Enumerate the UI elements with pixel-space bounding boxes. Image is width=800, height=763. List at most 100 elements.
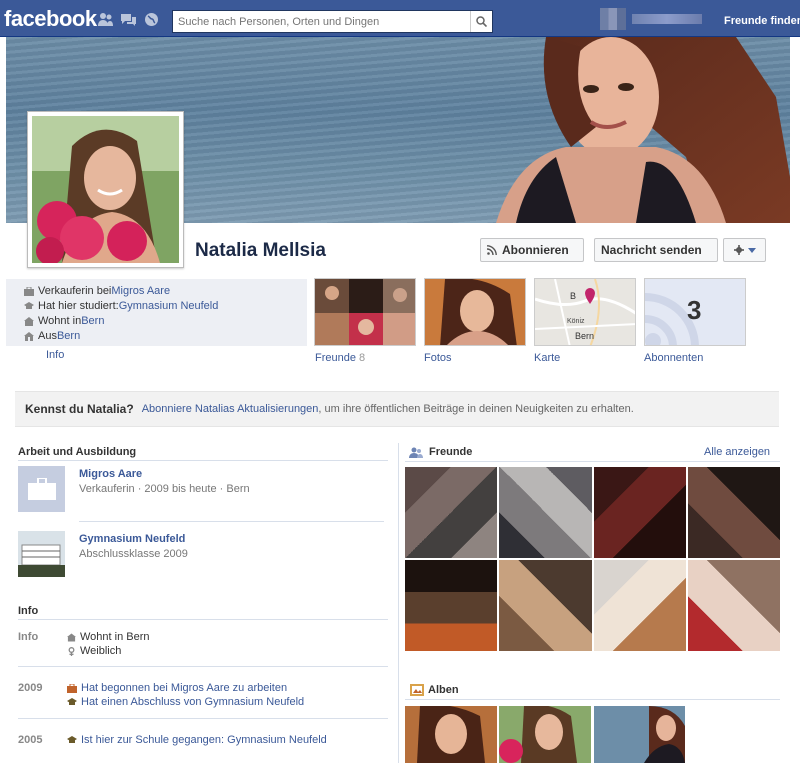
briefcase-icon: [24, 286, 34, 296]
album-thumbnail[interactable]: [499, 706, 591, 763]
school-building-image: [18, 531, 65, 577]
event-school-link[interactable]: Ist hier zur Schule gegangen: Gymnasium …: [81, 734, 327, 746]
event-started-work[interactable]: Hat begonnen bei Migros Aare zu arbeiten: [67, 682, 287, 694]
send-message-label: Nachricht senden: [601, 243, 702, 257]
profile-photo-image: [32, 116, 179, 263]
divider: [18, 666, 388, 667]
home-icon: [24, 316, 34, 326]
friend-thumbnail[interactable]: [405, 467, 498, 558]
album-thumbnail[interactable]: [594, 706, 685, 763]
friends-section-title: Freunde: [429, 446, 473, 458]
column-divider: [398, 443, 399, 763]
info-work-prefix: Verkauferin bei: [38, 285, 112, 297]
year-2009-label: 2009: [18, 682, 43, 694]
friends-count: 8: [359, 352, 366, 364]
info-lives-in-text: Wohnt in Bern: [80, 631, 150, 643]
info-lives-prefix: Wohnt in: [38, 315, 82, 327]
album-photo-3: [594, 706, 685, 763]
event-started-work-link[interactable]: Hat begonnen bei Migros Aare zu arbeiten: [81, 682, 287, 694]
map-tile[interactable]: B Köniz Bern: [534, 278, 636, 346]
photos-tile-image: [425, 279, 525, 345]
info-row-label: Info: [18, 631, 39, 643]
photos-tile[interactable]: [424, 278, 526, 346]
event-school[interactable]: Ist hier zur Schule gegangen: Gymnasium …: [67, 734, 327, 746]
home-icon: [67, 632, 76, 642]
find-friends-link[interactable]: Freunde finden: [724, 15, 800, 27]
graduation-cap-icon: [24, 301, 34, 309]
female-icon: [68, 646, 75, 656]
work-item-migros-details: Verkauferin · 2009 bis heute · Bern: [79, 483, 250, 495]
work-item-gymnasium[interactable]: Gymnasium Neufeld: [79, 533, 185, 545]
hometown-icon: [24, 331, 34, 341]
info-lives-link[interactable]: Bern: [81, 315, 104, 327]
divider: [18, 619, 388, 620]
event-graduated[interactable]: Hat einen Abschluss von Gymnasium Neufel…: [67, 696, 304, 708]
work-item-migros[interactable]: Migros Aare: [79, 468, 142, 480]
search-button[interactable]: [470, 11, 492, 32]
graduation-cap-icon: [67, 735, 77, 743]
migros-aare-thumbnail[interactable]: [18, 466, 65, 512]
friends-tile-label[interactable]: Freunde 8: [315, 352, 365, 364]
subscribe-label: Abonnieren: [502, 243, 569, 257]
photos-tile-label[interactable]: Fotos: [424, 352, 452, 364]
profile-picture[interactable]: [27, 111, 184, 268]
friend-thumbnail[interactable]: [499, 467, 592, 558]
map-label-bern: Bern: [575, 331, 594, 341]
friend-thumbnail[interactable]: [687, 560, 780, 651]
notifications-globe-icon[interactable]: [143, 12, 160, 27]
friends-section-header: Freunde: [409, 446, 472, 458]
know-her-text: , um ihre öffentlichen Beiträge in deine…: [318, 403, 634, 415]
briefcase-icon: [67, 683, 77, 693]
friend-thumbnail[interactable]: [593, 467, 686, 558]
see-all-friends-link[interactable]: Alle anzeigen: [704, 446, 770, 458]
search-input[interactable]: [173, 11, 469, 32]
friend-requests-icon[interactable]: [97, 12, 114, 27]
info-lives-line: Wohnt in Bern: [24, 315, 104, 327]
profile-name: Natalia Mellsia: [195, 240, 326, 261]
map-label-koniz: Köniz: [567, 318, 585, 325]
info-from-link[interactable]: Bern: [57, 330, 80, 342]
info-study-line: Hat hier studiert: Gymnasium Neufeld: [24, 300, 218, 312]
subscribers-tile[interactable]: 3: [644, 278, 746, 346]
album-thumbnail[interactable]: [405, 706, 497, 763]
send-message-button[interactable]: Nachricht senden: [594, 238, 718, 262]
chevron-down-icon: [747, 247, 756, 253]
divider: [79, 521, 384, 522]
albums-section-title: Alben: [428, 684, 459, 696]
work-item-gymnasium-details: Abschlussklasse 2009: [79, 548, 188, 560]
avatar: [600, 8, 626, 30]
subscribers-tile-label[interactable]: Abonnenten: [644, 352, 703, 364]
user-profile-link[interactable]: [600, 8, 710, 30]
messages-icon[interactable]: [120, 12, 137, 27]
user-name-pixelated: [632, 14, 702, 24]
divider: [18, 460, 388, 461]
facebook-logo[interactable]: facebook: [4, 6, 97, 32]
know-her-title: Kennst du Natalia?: [25, 402, 134, 416]
map-image: B Köniz Bern: [535, 279, 635, 345]
graduation-cap-icon: [67, 697, 77, 705]
friend-thumbnail[interactable]: [499, 560, 592, 651]
info-gender-text: Weiblich: [80, 645, 122, 657]
friend-thumbnail[interactable]: [687, 467, 780, 558]
notification-jewels: [97, 12, 160, 27]
subscribe-button[interactable]: Abonnieren: [480, 238, 584, 262]
friends-icon: [409, 447, 423, 458]
info-lives-in: Wohnt in Bern: [67, 631, 150, 643]
rss-icon: [487, 245, 497, 255]
friend-thumbnail[interactable]: [405, 560, 498, 651]
subscribe-updates-link[interactable]: Abonniere Natalias Aktualisierungen: [142, 403, 319, 415]
map-tile-label[interactable]: Karte: [534, 352, 560, 364]
briefcase-placeholder-icon: [27, 478, 56, 500]
map-label-b: B: [570, 291, 576, 301]
search-box: [172, 10, 493, 33]
friends-tile[interactable]: [314, 278, 416, 346]
gymnasium-thumbnail[interactable]: [18, 531, 65, 577]
info-work-link[interactable]: Migros Aare: [111, 285, 170, 297]
info-from-line: Aus Bern: [24, 330, 80, 342]
event-graduated-link[interactable]: Hat einen Abschluss von Gymnasium Neufel…: [81, 696, 304, 708]
settings-dropdown-button[interactable]: [723, 238, 766, 262]
info-study-link[interactable]: Gymnasium Neufeld: [119, 300, 219, 312]
friend-thumbnail[interactable]: [593, 560, 686, 651]
gear-icon: [733, 245, 744, 255]
info-tab-link[interactable]: Info: [46, 349, 64, 361]
